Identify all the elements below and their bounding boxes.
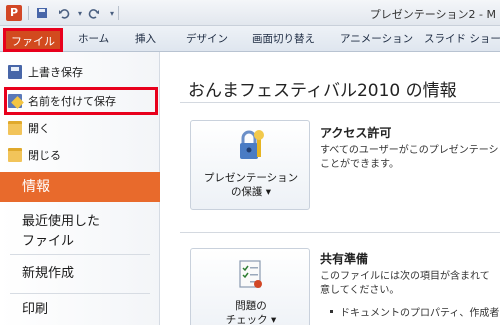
prepare-desc-line1: このファイルには次の項目が含まれて	[320, 271, 490, 282]
menu-divider	[10, 254, 150, 255]
check-label-line2: チェック ▾	[225, 314, 277, 325]
tab-animations[interactable]: アニメーション	[340, 26, 413, 52]
info-pane: おんまフェスティバル2010 の情報 プレゼンテーション の保護 ▾ アクセス許…	[160, 52, 500, 325]
tab-file[interactable]: ファイル	[3, 28, 63, 52]
section-rule	[180, 232, 500, 233]
tab-insert[interactable]: 挿入	[135, 26, 156, 52]
powerpoint-app-icon[interactable]: P	[6, 5, 22, 21]
save-as-callout-box	[4, 87, 158, 115]
save-icon	[8, 65, 22, 79]
bullet-icon	[330, 310, 333, 313]
close-label: 閉じる	[28, 149, 61, 162]
protect-label-line2: の保護 ▾	[230, 186, 272, 198]
open-label: 開く	[28, 122, 50, 135]
recent-files-command[interactable]: 最近使用した ファイル	[22, 212, 100, 252]
tab-design[interactable]: デザイン	[186, 26, 228, 52]
title-rule	[180, 102, 500, 103]
tab-transitions[interactable]: 画面切り替え	[252, 26, 315, 52]
prepare-title: 共有準備	[320, 252, 369, 266]
tab-slideshow[interactable]: スライド ショー	[424, 26, 500, 52]
checklist-document-icon	[239, 260, 262, 288]
open-command[interactable]: 開く	[8, 118, 156, 138]
save-icon[interactable]	[34, 5, 50, 21]
title-bar: P ▾ ▾ プレゼンテーション2 - M	[0, 0, 500, 26]
permissions-title: アクセス許可	[320, 126, 392, 140]
close-folder-icon	[8, 148, 22, 162]
new-command[interactable]: 新規作成	[22, 264, 74, 284]
prepare-bullet-1: ドキュメントのプロパティ、作成者	[340, 308, 500, 319]
info-tab[interactable]: 情報	[0, 172, 168, 202]
prepare-desc-line2: 意してください。	[320, 285, 400, 296]
permissions-desc-line2: ことができます。	[320, 159, 399, 170]
check-label-line1: 問題の	[235, 300, 267, 312]
ribbon-tab-bar: ファイル ホーム 挿入 デザイン 画面切り替え アニメーション スライド ショー	[0, 26, 500, 52]
save-command[interactable]: 上書き保存	[8, 62, 156, 82]
print-command[interactable]: 印刷	[22, 300, 48, 320]
check-for-issues-button[interactable]: 問題の チェック ▾	[190, 248, 310, 325]
menu-divider	[10, 293, 150, 294]
recent-label-line1: 最近使用した	[22, 214, 101, 229]
close-command[interactable]: 閉じる	[8, 145, 156, 165]
qat-separator	[118, 6, 119, 20]
save-label: 上書き保存	[28, 66, 83, 79]
tab-home[interactable]: ホーム	[78, 26, 109, 52]
protect-presentation-button[interactable]: プレゼンテーション の保護 ▾	[190, 120, 310, 210]
redo-icon[interactable]	[86, 5, 102, 21]
qat-separator	[28, 6, 29, 20]
lock-key-icon	[240, 130, 264, 159]
undo-icon[interactable]	[56, 5, 72, 21]
open-folder-icon	[8, 121, 22, 135]
recent-label-line2: ファイル	[22, 234, 75, 249]
window-title: プレゼンテーション2 - M	[369, 8, 496, 21]
protect-label-line1: プレゼンテーション	[203, 172, 299, 184]
permissions-desc-line1: すべてのユーザーがこのプレゼンテーシ	[320, 145, 499, 156]
page-title: おんまフェスティバル2010 の情報	[188, 81, 457, 101]
